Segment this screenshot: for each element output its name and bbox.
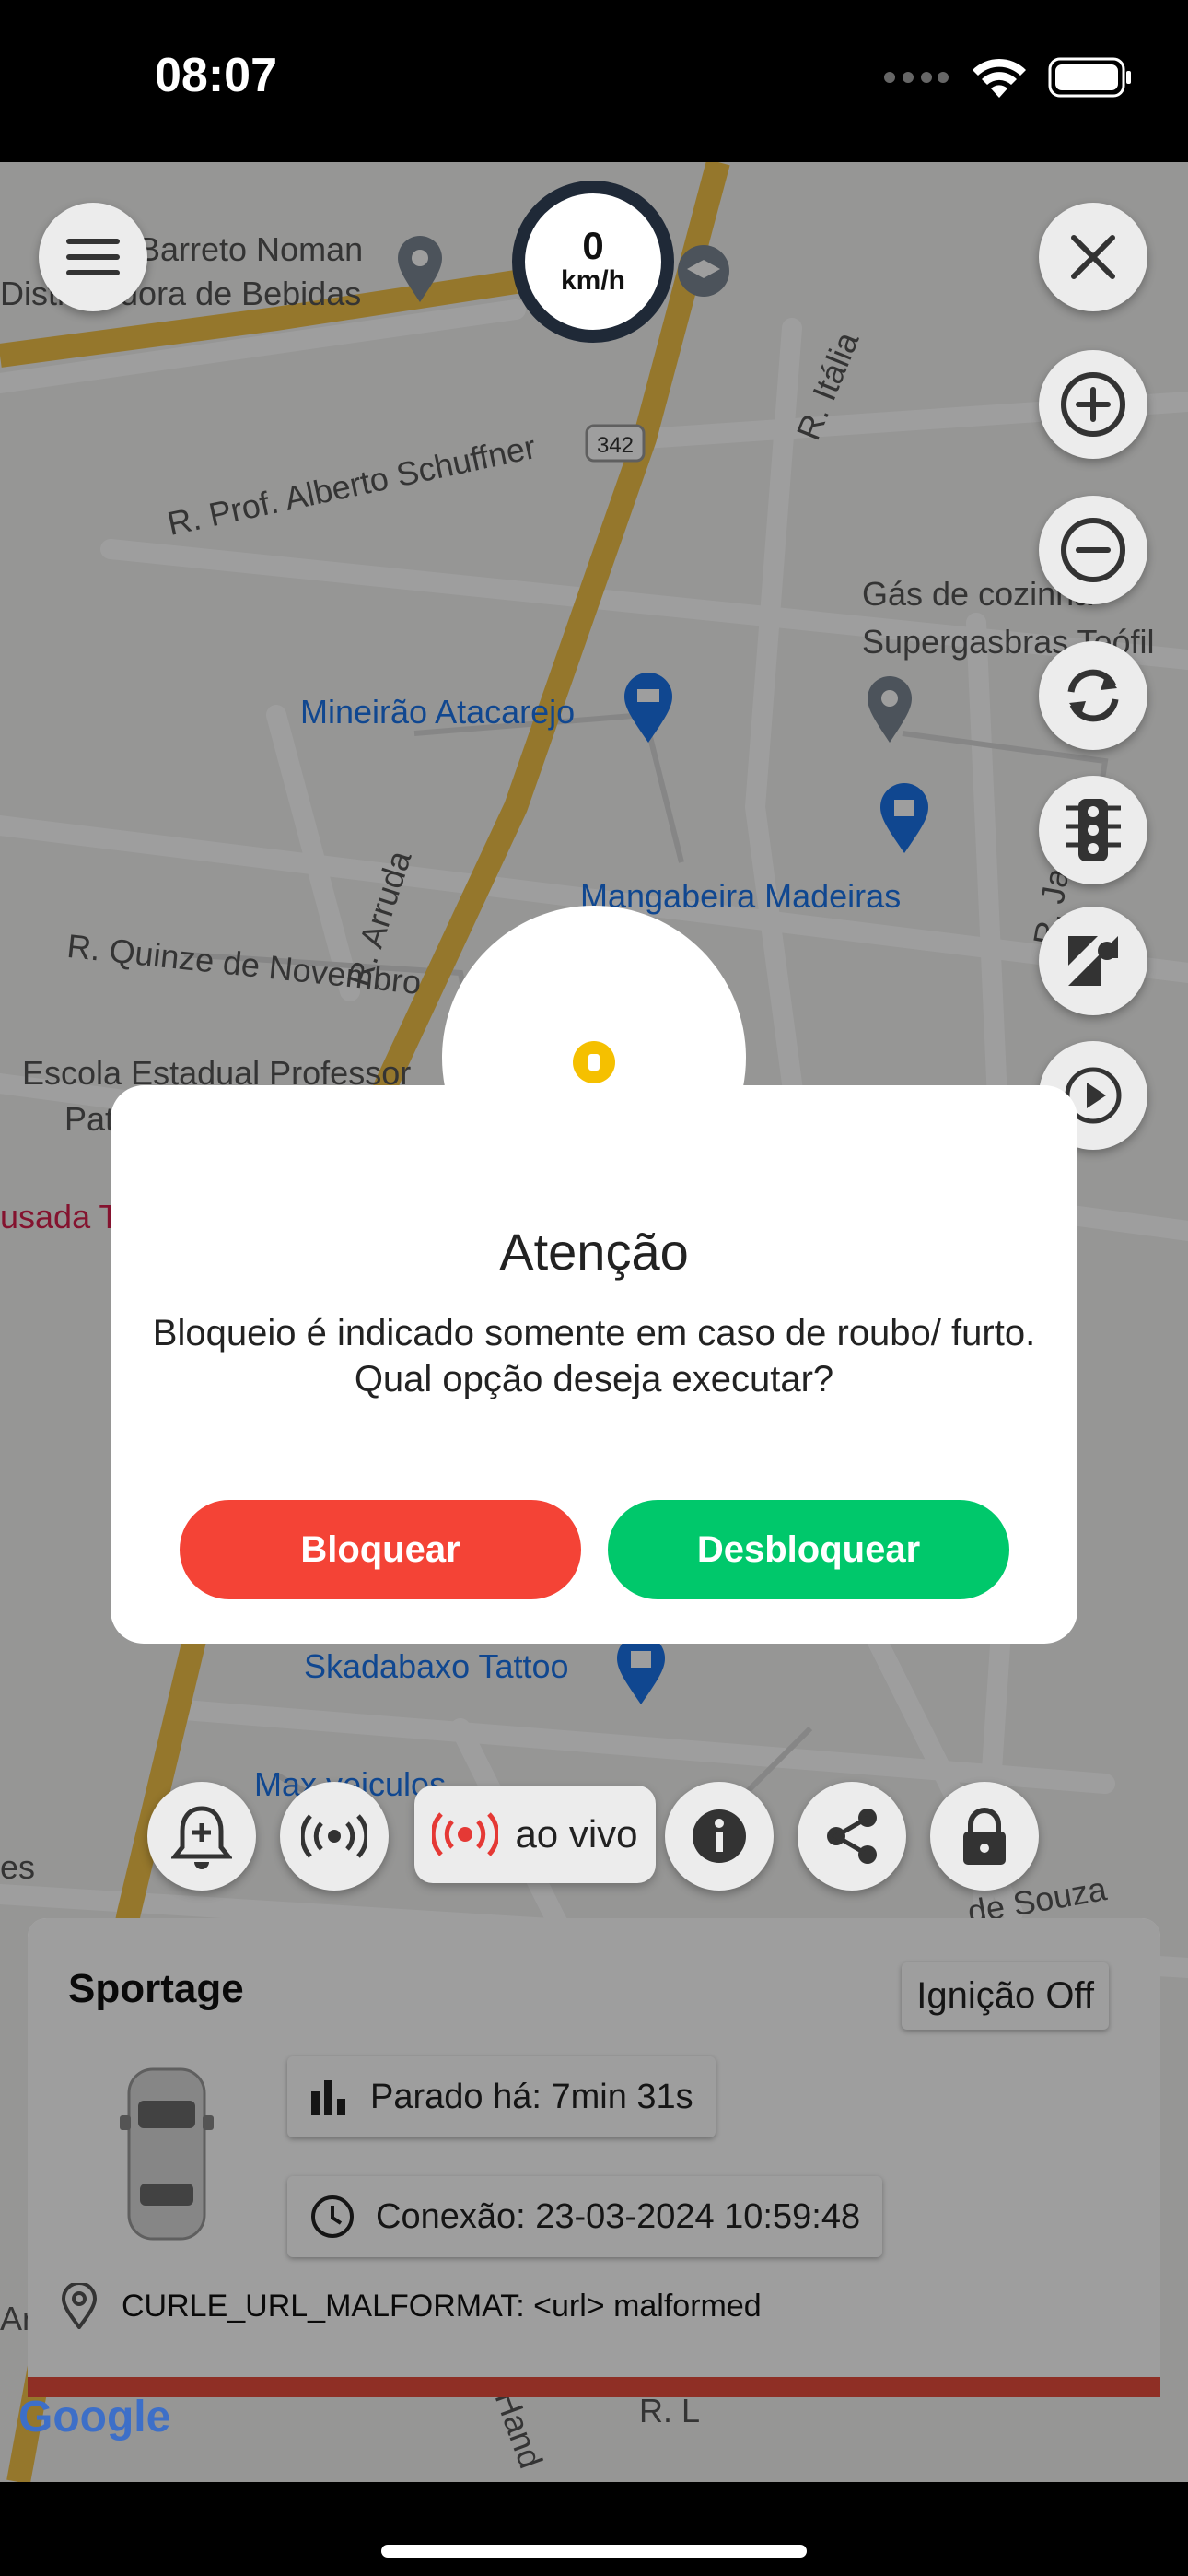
lock-button[interactable]	[930, 1782, 1039, 1891]
zoom-in-button[interactable]	[1039, 350, 1147, 459]
menu-button[interactable]	[39, 203, 147, 311]
alerts-button[interactable]	[147, 1782, 256, 1891]
speed-unit: km/h	[560, 265, 626, 296]
share-button[interactable]	[798, 1782, 906, 1891]
share-icon	[827, 1809, 877, 1864]
status-time: 08:07	[155, 49, 277, 102]
card-backdrop	[28, 1918, 1160, 2397]
info-icon	[693, 1809, 746, 1863]
home-indicator-area	[0, 2482, 1188, 2576]
dialog-title: Atenção	[499, 1223, 689, 1281]
zoom-out-icon	[1061, 518, 1125, 582]
live-label: ao vivo	[515, 1812, 638, 1856]
google-logo: Google	[18, 2393, 171, 2441]
status-icons	[882, 57, 1133, 98]
vehicle-card[interactable]: Sportage Ignição Off Parado há: 7min 31s…	[28, 1918, 1160, 2397]
broadcast-icon	[301, 1814, 367, 1858]
signal-icon	[884, 72, 949, 83]
close-button[interactable]	[1039, 203, 1147, 311]
status-bar: 08:07	[0, 0, 1188, 162]
home-indicator[interactable]	[381, 2545, 807, 2558]
block-button[interactable]: Bloquear	[180, 1500, 581, 1599]
bell-plus-icon	[171, 1806, 232, 1869]
live-broadcast-icon	[432, 1812, 499, 1856]
refresh-icon	[1067, 669, 1119, 722]
info-button[interactable]	[665, 1782, 774, 1891]
wifi-icon	[973, 58, 1026, 98]
speedometer: 0 km/h	[512, 181, 674, 343]
map-layers-button[interactable]	[1039, 907, 1147, 1015]
battery-icon	[1048, 57, 1131, 98]
dialog-message: Bloqueio é indicado somente em caso de r…	[152, 1313, 1036, 1399]
unblock-button[interactable]: Desbloquear	[608, 1500, 1009, 1599]
close-icon	[1071, 235, 1115, 279]
speed-value: 0	[582, 224, 604, 267]
hamburger-icon	[66, 239, 120, 275]
lock-icon	[963, 1808, 1006, 1865]
refresh-button[interactable]	[1039, 641, 1147, 750]
signal-button[interactable]	[280, 1782, 389, 1891]
traffic-light-icon	[1066, 799, 1121, 861]
warning-icon	[573, 1041, 615, 1083]
traffic-button[interactable]	[1039, 776, 1147, 884]
live-button[interactable]: ao vivo	[414, 1786, 656, 1883]
zoom-in-icon	[1061, 372, 1125, 437]
zoom-out-button[interactable]	[1039, 496, 1147, 604]
attention-dialog: Atenção Bloqueio é indicado somente em c…	[111, 1085, 1077, 1644]
map-type-icon	[1068, 936, 1118, 986]
